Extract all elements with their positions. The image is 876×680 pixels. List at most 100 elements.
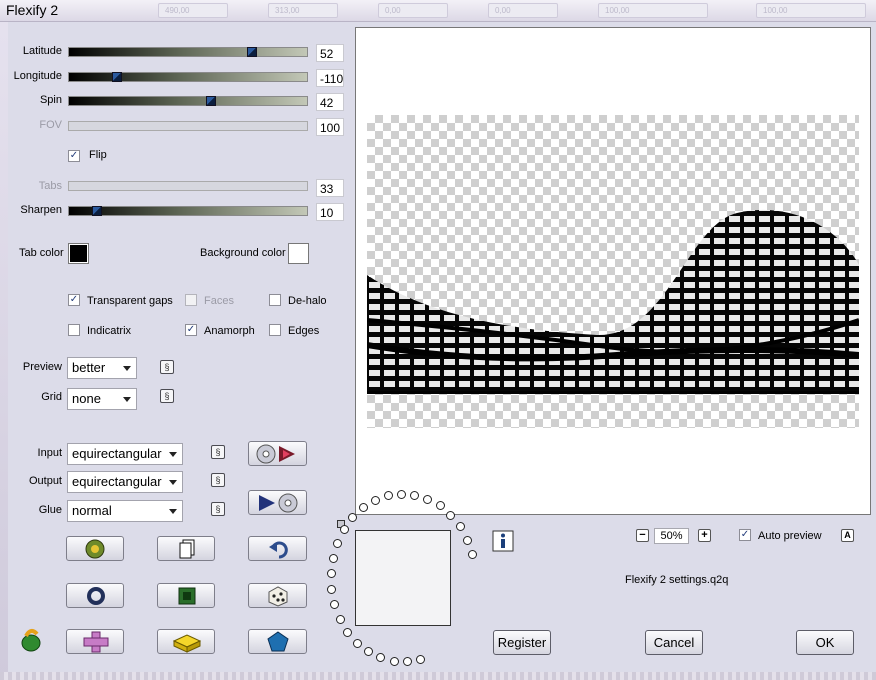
transparent-gaps-checkbox[interactable]: ✓ <box>68 294 80 306</box>
longitude-label: Longitude <box>13 70 62 82</box>
anamorph-checkbox[interactable]: ✓ <box>185 324 197 336</box>
navigator-dot <box>456 522 465 531</box>
spin-slider[interactable] <box>68 96 308 106</box>
glue-select[interactable]: normal <box>67 500 183 522</box>
navigator-dot <box>330 600 339 609</box>
glue-value: normal <box>72 503 112 518</box>
link-icon[interactable]: § <box>160 389 174 403</box>
navigator-dot <box>359 503 368 512</box>
navigator-dot <box>436 501 445 510</box>
spin-slider-thumb[interactable] <box>206 96 216 106</box>
register-button[interactable]: Register <box>493 630 551 655</box>
output-label: Output <box>28 475 62 487</box>
dialog-client: Latitude 52 Longitude -110 Spin 42 FOV 1… <box>8 22 876 672</box>
tab-color-swatch[interactable] <box>68 243 89 264</box>
longitude-slider[interactable] <box>68 72 308 82</box>
background-field: 313,00 <box>268 3 338 18</box>
title-bar: Flexify 2 490,00 313,00 0,00 0,00 100,00… <box>0 0 876 22</box>
navigator-dot <box>348 513 357 522</box>
spin-value[interactable]: 42 <box>316 93 344 111</box>
lemming-icon[interactable] <box>18 627 44 653</box>
output-projection-select[interactable]: equirectangular <box>67 471 183 493</box>
sharpen-value[interactable]: 10 <box>316 203 344 221</box>
longitude-slider-thumb[interactable] <box>112 72 122 82</box>
brick-button[interactable] <box>157 629 215 654</box>
undo-button[interactable] <box>248 536 307 561</box>
background-field: 0,00 <box>488 3 558 18</box>
navigator-dot <box>397 490 406 499</box>
ring-icon <box>87 587 105 605</box>
tabs-value: 33 <box>316 179 344 197</box>
pentagon-button[interactable] <box>248 629 307 654</box>
sharpen-slider-thumb[interactable] <box>92 206 102 216</box>
preview-canvas[interactable] <box>355 27 871 515</box>
auto-preview-checkbox[interactable]: ✓ <box>739 529 751 541</box>
latitude-slider-thumb[interactable] <box>247 47 257 57</box>
link-icon[interactable]: § <box>211 445 225 459</box>
grid-label: Grid <box>41 391 62 403</box>
auto-preview-label: Auto preview <box>758 530 822 542</box>
output-projection-button[interactable] <box>248 490 307 515</box>
background-field: 100,00 <box>756 3 866 18</box>
de-halo-label: De-halo <box>288 295 327 307</box>
navigator-dot <box>329 554 338 563</box>
link-icon[interactable]: § <box>211 502 225 516</box>
output-projection-value: equirectangular <box>72 474 162 489</box>
chevron-down-icon <box>123 366 131 371</box>
navigator-dot <box>364 647 373 656</box>
cross-button[interactable] <box>66 629 124 654</box>
info-icon[interactable] <box>492 530 514 552</box>
preview-quality-select[interactable]: better <box>67 357 137 379</box>
tabs-label: Tabs <box>38 180 62 192</box>
ok-button[interactable]: OK <box>796 630 854 655</box>
page-button[interactable] <box>157 536 215 561</box>
cancel-button[interactable]: Cancel <box>645 630 703 655</box>
link-icon[interactable]: § <box>211 473 225 487</box>
link-icon[interactable]: § <box>160 360 174 374</box>
navigator-dot <box>333 539 342 548</box>
square-button[interactable] <box>157 583 215 608</box>
anamorph-label: Anamorph <box>204 325 255 337</box>
navigator-dot <box>463 536 472 545</box>
grid-select[interactable]: none <box>67 388 137 410</box>
dice-icon <box>268 586 288 607</box>
ring-button[interactable] <box>66 583 124 608</box>
navigator-dot <box>336 615 345 624</box>
undo-arrow-icon <box>269 541 288 559</box>
background-color-label: Background color <box>200 247 286 259</box>
dice-button[interactable] <box>248 583 307 608</box>
navigator-dot <box>376 653 385 662</box>
latitude-value[interactable]: 52 <box>316 44 344 62</box>
window-title: Flexify 2 <box>6 2 59 18</box>
fov-label: FOV <box>39 119 62 131</box>
input-projection-button[interactable] <box>248 441 307 466</box>
faces-checkbox <box>185 294 197 306</box>
zoom-in-button[interactable]: + <box>698 529 711 542</box>
navigator-dot <box>416 655 425 664</box>
longitude-value[interactable]: -110 <box>316 69 344 87</box>
settings-file-name: Flexify 2 settings.q2q <box>625 574 729 586</box>
flip-label: Flip <box>89 149 107 161</box>
input-projection-select[interactable]: equirectangular <box>67 443 183 465</box>
background-color-swatch[interactable] <box>288 243 309 264</box>
tabs-slider <box>68 181 308 191</box>
flip-checkbox[interactable]: ✓ <box>68 150 80 162</box>
zoom-out-button[interactable]: − <box>636 529 649 542</box>
edges-checkbox[interactable] <box>269 324 281 336</box>
indicatrix-checkbox[interactable] <box>68 324 80 336</box>
input-projection-value: equirectangular <box>72 446 162 461</box>
navigator-dot <box>390 657 399 666</box>
randomize-button[interactable] <box>66 536 124 561</box>
background-field: 0,00 <box>378 3 448 18</box>
lego-brick-icon <box>172 634 202 653</box>
latitude-slider[interactable] <box>68 47 308 57</box>
pentagon-icon <box>267 631 289 652</box>
chevron-down-icon <box>169 509 177 514</box>
navigator-box[interactable] <box>355 530 451 626</box>
a-button[interactable]: A <box>841 529 854 542</box>
navigator-dot <box>371 496 380 505</box>
de-halo-checkbox[interactable] <box>269 294 281 306</box>
green-square-icon <box>178 587 196 605</box>
sharpen-slider[interactable] <box>68 206 308 216</box>
fov-value: 100 <box>316 118 344 136</box>
